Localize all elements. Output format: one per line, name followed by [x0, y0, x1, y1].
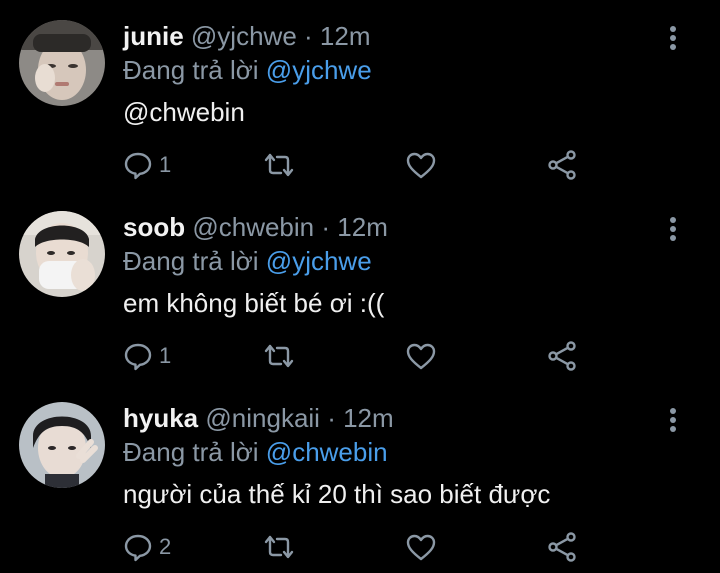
display-name[interactable]: hyuka: [123, 403, 198, 433]
timestamp[interactable]: 12m: [320, 21, 371, 51]
reply-count: 1: [159, 152, 172, 177]
share-button[interactable]: [546, 339, 578, 373]
reply-button[interactable]: 2: [123, 530, 171, 564]
retweet-button[interactable]: [262, 148, 302, 182]
share-button[interactable]: [546, 148, 578, 182]
avatar[interactable]: [19, 402, 105, 488]
replying-to-link[interactable]: @yjchwe: [266, 55, 372, 85]
reply-button[interactable]: 1: [123, 339, 171, 373]
more-options-button[interactable]: [662, 215, 684, 243]
retweet-button[interactable]: [262, 339, 302, 373]
like-icon: [406, 152, 436, 179]
retweet-button[interactable]: [262, 530, 302, 564]
tweet-text: em không biết bé ơi :((: [123, 288, 385, 318]
replying-prefix: Đang trả lời: [123, 246, 259, 276]
handle[interactable]: @chwebin: [192, 212, 314, 242]
avatar-photo: [19, 402, 105, 488]
replying-prefix: Đang trả lời: [123, 437, 259, 467]
handle[interactable]: @ningkaii: [205, 403, 320, 433]
replying-to-link[interactable]: @yjchwe: [266, 246, 372, 276]
reply-button[interactable]: 1: [123, 148, 171, 182]
like-icon: [406, 534, 436, 561]
more-options-button[interactable]: [662, 406, 684, 434]
more-options-icon: [670, 217, 676, 241]
timestamp[interactable]: 12m: [337, 212, 388, 242]
avatar-photo: [19, 211, 105, 297]
reply-icon: [124, 534, 152, 562]
separator: ·: [327, 403, 336, 433]
share-icon: [548, 532, 576, 562]
reply-tweet[interactable]: soob @chwebin · 12m Đang trả lời @yjchwe…: [0, 191, 720, 381]
reply-icon: [124, 152, 152, 180]
like-button[interactable]: [405, 530, 443, 564]
more-options-icon: [670, 408, 676, 432]
reply-count: 1: [159, 343, 172, 368]
handle[interactable]: @yjchwe: [191, 21, 297, 51]
action-bar: 1: [0, 339, 720, 373]
retweet-icon: [264, 153, 294, 177]
separator: ·: [304, 21, 313, 51]
like-icon: [406, 343, 436, 370]
like-button[interactable]: [405, 339, 443, 373]
tweet-header: hyuka @ningkaii · 12m: [123, 402, 394, 434]
tweet-header: junie @yjchwe · 12m: [123, 20, 371, 52]
replying-to-line: Đang trả lời @yjchwe: [123, 245, 372, 277]
reply-count: 2: [159, 534, 172, 559]
replying-to-link[interactable]: @chwebin: [266, 437, 388, 467]
retweet-icon: [264, 535, 294, 559]
reply-tweet[interactable]: hyuka @ningkaii · 12m Đang trả lời @chwe…: [0, 382, 720, 572]
replying-prefix: Đang trả lời: [123, 55, 259, 85]
more-options-button[interactable]: [662, 24, 684, 52]
display-name[interactable]: junie: [123, 21, 184, 51]
share-icon: [548, 150, 576, 180]
action-bar: 1: [0, 148, 720, 182]
tweet-text: người của thế kỉ 20 thì sao biết được: [123, 479, 551, 509]
reply-tweet[interactable]: junie @yjchwe · 12m Đang trả lời @yjchwe…: [0, 0, 720, 190]
retweet-icon: [264, 344, 294, 368]
share-button[interactable]: [546, 530, 578, 564]
timestamp[interactable]: 12m: [343, 403, 394, 433]
separator: ·: [321, 212, 331, 242]
replying-to-line: Đang trả lời @yjchwe: [123, 54, 372, 86]
avatar[interactable]: [19, 211, 105, 297]
more-options-icon: [670, 26, 676, 50]
reply-icon: [124, 343, 152, 371]
action-bar: 2: [0, 530, 720, 564]
replying-to-line: Đang trả lời @chwebin: [123, 436, 388, 468]
tweet-header: soob @chwebin · 12m: [123, 211, 388, 243]
tweet-text[interactable]: @chwebin: [123, 96, 245, 128]
like-button[interactable]: [405, 148, 443, 182]
share-icon: [548, 341, 576, 371]
avatar[interactable]: [19, 20, 105, 106]
display-name[interactable]: soob: [123, 212, 185, 242]
avatar-photo: [19, 20, 105, 106]
